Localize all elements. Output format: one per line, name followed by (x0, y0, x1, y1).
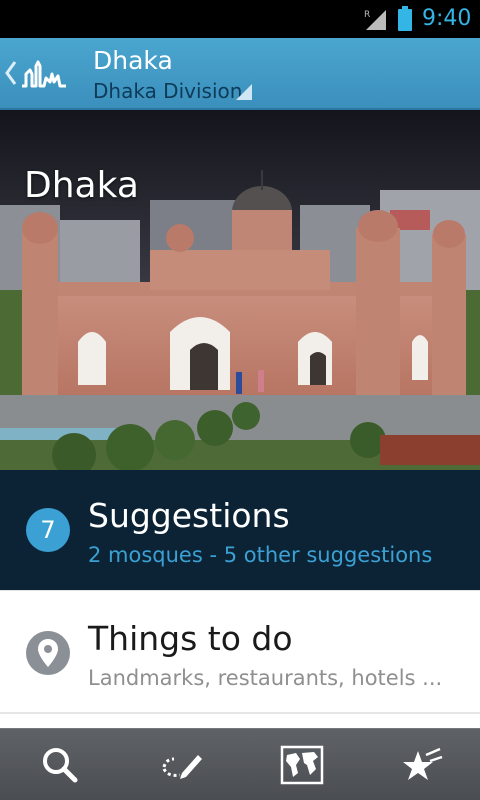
suggestions-subtitle: 2 mosques - 5 other suggestions (88, 543, 433, 567)
world-map-icon (280, 745, 324, 785)
skyline-logo-icon (22, 60, 66, 88)
things-to-do-row[interactable]: Things to do Landmarks, restaurants, hot… (0, 590, 480, 714)
status-bar: R 9:40 (0, 0, 480, 38)
clock: 9:40 (422, 6, 472, 31)
hero-image: Dhaka (0, 110, 480, 470)
map-pin-icon (26, 631, 70, 675)
location-title: Dhaka (93, 46, 173, 75)
route-edit-button[interactable] (120, 729, 240, 800)
battery-icon (398, 6, 412, 31)
favorites-button[interactable] (360, 729, 480, 800)
search-button[interactable] (0, 729, 120, 800)
chevron-left-icon (5, 61, 17, 85)
suggestions-count-badge: 7 (26, 508, 70, 552)
hero-title: Dhaka (24, 165, 139, 206)
suggestions-title: Suggestions (88, 496, 290, 535)
things-to-do-subtitle: Landmarks, restaurants, hotels ... (88, 666, 443, 690)
suggestions-row[interactable]: 7 Suggestions 2 mosques - 5 other sugges… (0, 470, 480, 590)
up-button[interactable] (0, 38, 80, 110)
search-icon (43, 748, 78, 783)
dropdown-triangle-icon (236, 84, 252, 100)
edit-route-icon (162, 755, 202, 779)
map-button[interactable] (240, 729, 360, 800)
roaming-indicator: R (364, 10, 370, 20)
things-to-do-title: Things to do (88, 619, 293, 658)
favorites-star-icon (403, 747, 443, 780)
signal-icon: R (364, 10, 386, 30)
bottom-toolbar (0, 728, 480, 800)
location-subtitle[interactable]: Dhaka Division (93, 78, 242, 104)
